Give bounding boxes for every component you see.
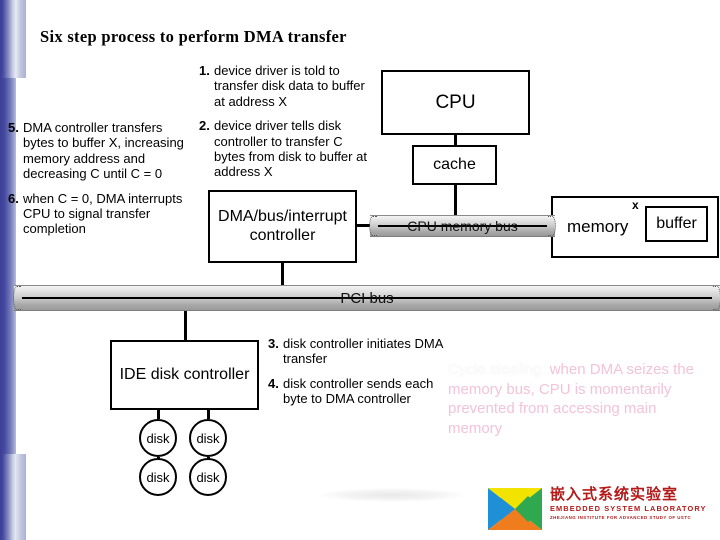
logo-chinese-name: 嵌入式系统实验室 bbox=[550, 485, 679, 503]
left-edge-bar-top bbox=[0, 0, 16, 78]
step-number: 2. bbox=[199, 118, 210, 134]
step-item: 3. disk controller initiates DMA transfe… bbox=[268, 336, 448, 367]
step-number: 3. bbox=[268, 336, 279, 351]
buffer-box: buffer bbox=[645, 206, 708, 242]
bus-cap-right-icon bbox=[713, 286, 720, 310]
step-number: 4. bbox=[268, 375, 279, 391]
cpu-label: CPU bbox=[435, 91, 476, 113]
cache-box: cache bbox=[412, 145, 497, 185]
connector-ide-disk1 bbox=[157, 410, 160, 419]
cache-label: cache bbox=[433, 155, 476, 173]
cpu-box: CPU bbox=[381, 70, 530, 135]
step-text: device driver is told to transfer disk d… bbox=[214, 63, 365, 109]
ide-disk-controller-label: IDE disk controller bbox=[119, 365, 250, 383]
cycle-stealing-lead: Cycle stealing: bbox=[448, 361, 546, 378]
steps-list-left: 5. DMA controller transfers bytes to buf… bbox=[8, 120, 193, 237]
lab-logo: 嵌入式系统实验室 EMBEDDED SYSTEM LABORATORY ZHEJ… bbox=[488, 486, 712, 534]
slide-canvas: Six step process to perform DMA transfer… bbox=[0, 0, 720, 540]
tangram-logo-icon bbox=[488, 488, 542, 530]
step-number: 5. bbox=[8, 120, 19, 135]
dma-controller-label: DMA/bus/interrupt controller bbox=[218, 208, 347, 244]
connector-ide-disk2 bbox=[207, 410, 210, 419]
connector-cache-bus bbox=[454, 185, 457, 216]
left-edge-accent-bottom bbox=[16, 454, 26, 540]
step-text: DMA controller transfers bytes to buffer… bbox=[23, 120, 184, 182]
pci-bus: PCI bus bbox=[13, 285, 720, 311]
cpu-memory-bus-label: CPU memory bus bbox=[407, 218, 518, 234]
step-item: 2. device driver tells disk controller t… bbox=[199, 118, 371, 180]
logo-subtitle: ZHEJIANG INSTITUTE FOR ADVANCED STUDY OF… bbox=[550, 515, 692, 520]
disk-node: disk bbox=[189, 458, 227, 496]
bus-cap-right-icon bbox=[548, 216, 556, 236]
step-text: device driver tells disk controller to t… bbox=[214, 118, 367, 180]
ide-disk-controller-box: IDE disk controller bbox=[110, 340, 259, 410]
step-text: disk controller initiates DMA transfer bbox=[283, 336, 443, 367]
memory-label: memory bbox=[567, 217, 629, 237]
step-item: 5. DMA controller transfers bytes to buf… bbox=[8, 120, 193, 182]
slide-title: Six step process to perform DMA transfer bbox=[40, 27, 347, 46]
disk-label: disk bbox=[196, 430, 220, 446]
disk-label: disk bbox=[196, 469, 220, 485]
logo-text-block: 嵌入式系统实验室 EMBEDDED SYSTEM LABORATORY ZHEJ… bbox=[550, 486, 712, 522]
buffer-address-label: x bbox=[632, 198, 639, 212]
disk-node: disk bbox=[139, 419, 177, 457]
step-text: disk controller sends each byte to DMA c… bbox=[283, 375, 434, 407]
bus-cap-left-icon bbox=[369, 216, 377, 236]
connector-pci-ide bbox=[184, 310, 187, 340]
dma-controller-box: DMA/bus/interrupt controller bbox=[208, 190, 357, 263]
step-item: 4. disk controller sends each byte to DM… bbox=[268, 376, 448, 407]
disk-node: disk bbox=[189, 419, 227, 457]
connector-cpu-cache bbox=[454, 135, 457, 145]
shadow-artifact bbox=[318, 488, 466, 502]
pci-bus-label: PCI bus bbox=[340, 289, 394, 307]
buffer-label: buffer bbox=[656, 215, 697, 232]
logo-english-name: EMBEDDED SYSTEM LABORATORY bbox=[550, 504, 707, 513]
step-item: 1. device driver is told to transfer dis… bbox=[199, 63, 371, 109]
cpu-memory-bus: CPU memory bus bbox=[369, 215, 556, 237]
cycle-stealing-note: Cycle stealing: when DMA seizes the memo… bbox=[448, 360, 698, 438]
disk-label: disk bbox=[146, 469, 170, 485]
left-edge-accent-top bbox=[16, 0, 26, 78]
step-number: 6. bbox=[8, 190, 19, 206]
disk-node: disk bbox=[139, 458, 177, 496]
steps-list-bottom: 3. disk controller initiates DMA transfe… bbox=[268, 336, 448, 407]
left-edge-bar-bottom bbox=[0, 454, 16, 540]
step-number: 1. bbox=[199, 63, 210, 78]
step-text: when C = 0, DMA interrupts CPU to signal… bbox=[23, 190, 183, 237]
step-item: 6. when C = 0, DMA interrupts CPU to sig… bbox=[8, 191, 193, 237]
disk-label: disk bbox=[146, 430, 170, 446]
connector-dma-pci bbox=[281, 263, 284, 286]
bus-cap-left-icon bbox=[13, 286, 21, 310]
steps-list-top: 1. device driver is told to transfer dis… bbox=[199, 63, 371, 180]
